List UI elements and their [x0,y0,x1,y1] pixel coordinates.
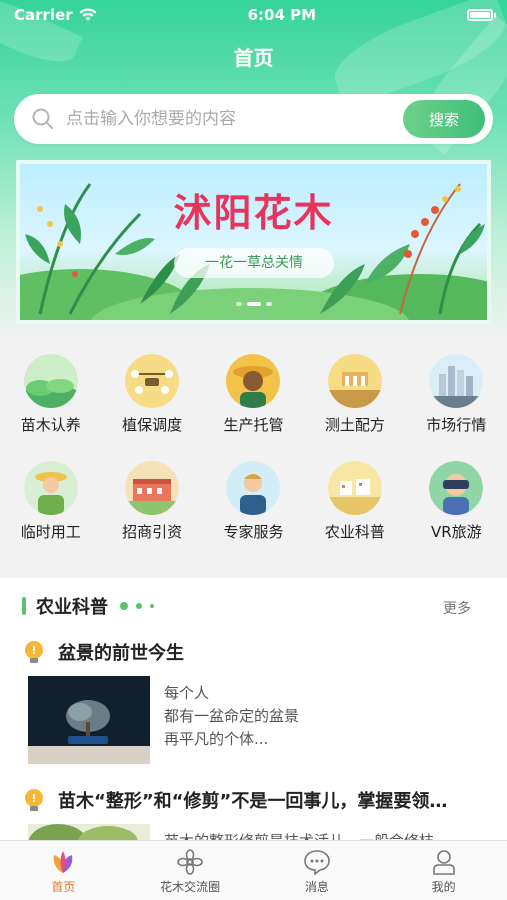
worker-icon [23,461,78,515]
grid-item-label: 招商引资 [122,523,183,541]
grid-item-seedling-adoption[interactable]: 苗木认养 [0,346,101,453]
city-icon [429,354,484,408]
banner-title: 沭阳花木 [173,191,334,235]
search-bar[interactable]: 搜索 [14,94,493,144]
lightbulb-icon: ! [25,789,43,811]
section-header: 农业科普 更多 [0,578,507,634]
excerpt-line: 再平凡的个体... [164,730,269,748]
tab-messages[interactable]: 消息 [254,841,381,900]
grid-item-plant-protection[interactable]: 植保调度 [101,346,202,453]
excerpt-line: 每个人 [164,684,210,702]
section-accent-bar [22,597,26,615]
tab-label: 我的 [431,880,456,894]
pagination-dot-active [246,302,261,306]
grid-item-label: 测土配方 [324,416,385,434]
grid-item-market-quotes[interactable]: 市场行情 [406,346,507,453]
excerpt-line: 都有一盆命定的盆景 [164,707,300,725]
service-grid: 苗木认养 植保调度 生产托管 测土配方 市场行情 临时用工 招商引资 专家服务 … [0,346,507,560]
agri-science-section: 农业科普 更多 ! 盆景的前世今生 每个人 都有一盆命定的盆景 再平凡的个体..… [0,578,507,840]
article-card[interactable]: ! 盆景的前世今生 每个人 都有一盆命定的盆景 再平凡的个体... [0,634,507,764]
banner-subtitle: 一花一草总关情 [174,248,334,278]
article-excerpt: 苗木的整形修剪是技术活儿，一般会修枝 [164,830,434,840]
pagination-dot [235,302,242,306]
search-button[interactable]: 搜索 [403,100,485,138]
farmer-icon [226,354,281,408]
pagination-dot [265,302,272,306]
grid-item-temp-labor[interactable]: 临时用工 [0,453,101,560]
grid-item-vr-tour[interactable]: VR旅游 [406,453,507,560]
grid-item-label: 生产托管 [223,416,284,434]
vr-icon [429,461,484,515]
grid-item-label: VR旅游 [430,523,482,541]
article-card[interactable]: ! 苗木“整形”和“修剪”不是一回事儿，掌握要领… 苗木的整形修剪是技术活儿，一… [0,782,507,840]
user-icon [432,850,455,875]
field-icon [23,354,78,408]
dot-decoration [136,603,142,609]
svg-text:!: ! [31,792,36,805]
svg-text:!: ! [31,644,36,657]
grid-item-label: 临时用工 [20,523,81,541]
battery-icon [467,9,496,21]
excerpt-line: 苗木的整形修剪是技术活儿，一般会修枝 [164,830,434,840]
farm-icon [327,461,382,515]
wifi-icon [79,8,97,21]
section-dots [120,602,154,610]
status-bar: Carrier 6:04 PM [0,0,507,30]
grid-item-label: 苗木认养 [20,416,81,434]
article-excerpt: 每个人 都有一盆命定的盆景 再平凡的个体... [164,682,299,764]
grid-item-label: 市场行情 [426,416,487,434]
lightbulb-icon: ! [25,641,43,663]
soil-test-icon [327,354,382,408]
carrier-label: Carrier [14,6,73,24]
home-flower-icon [54,851,73,873]
dot-decoration [150,604,154,608]
more-link[interactable]: 更多 [443,598,471,618]
dot-decoration [120,602,128,610]
promo-banner[interactable]: 沭阳花木 一花一草总关情 [16,160,491,324]
tab-profile[interactable]: 我的 [380,841,507,900]
chat-bubble-icon [304,850,330,875]
tab-bar: 首页 花木交流圈 消息 我的 [0,840,507,900]
article-title: 盆景的前世今生 [58,643,184,664]
search-icon [32,108,53,129]
search-input[interactable] [66,109,403,129]
bonsai-thumbnail [28,676,150,764]
grid-item-label: 植保调度 [122,416,183,434]
tab-label: 首页 [51,880,76,894]
grid-item-label: 专家服务 [223,523,284,541]
expert-icon [226,461,281,515]
tab-home[interactable]: 首页 [0,841,127,900]
building-icon [125,461,180,515]
article-title: 苗木“整形”和“修剪”不是一回事儿，掌握要领… [58,791,448,812]
grid-item-label: 农业科普 [324,523,385,541]
tab-exchange-circle[interactable]: 花木交流圈 [127,841,254,900]
seedling-thumbnail [28,824,150,840]
section-title: 农业科普 [36,597,108,618]
page-title: 首页 [233,46,274,70]
drone-icon [125,354,180,408]
grid-item-investment[interactable]: 招商引资 [101,453,202,560]
tab-label: 花木交流圈 [160,880,221,894]
tab-label: 消息 [304,880,329,894]
grid-item-agri-science[interactable]: 农业科普 [304,453,405,560]
flower-outline-icon [177,849,203,875]
clock: 6:04 PM [247,6,317,24]
banner-pagination [20,302,487,306]
grid-item-production-management[interactable]: 生产托管 [203,346,304,453]
grid-item-expert-service[interactable]: 专家服务 [203,453,304,560]
grid-item-soil-testing[interactable]: 测土配方 [304,346,405,453]
